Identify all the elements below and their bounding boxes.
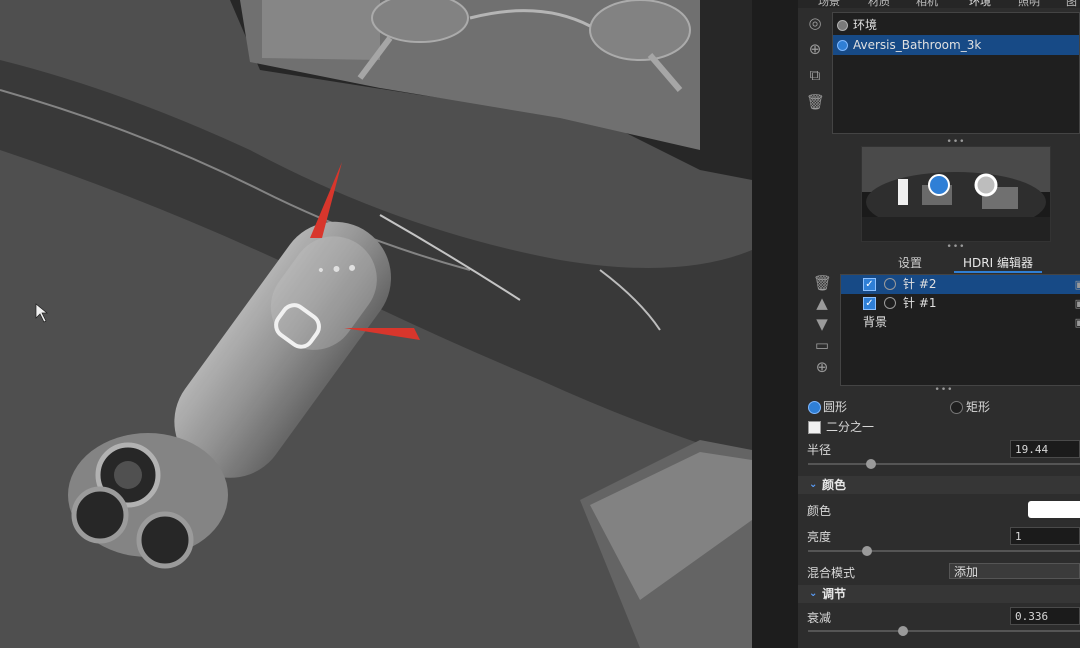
chevron-down-icon: ⌄ [809,588,818,599]
blend-mode-label: 混合模式 [807,566,856,580]
environment-dot-icon [837,40,848,51]
globe-icon[interactable]: ⊕ [806,40,824,58]
hdri-preview[interactable] [861,146,1051,242]
falloff-field[interactable]: 0.336 [1010,607,1080,625]
half-label: 二分之一 [826,420,875,434]
radius-slider-knob[interactable] [866,459,876,469]
shape-rect-label: 矩形 [966,400,991,414]
lock-icon[interactable]: ▣ [1075,294,1080,313]
pin-label: 针 #2 [903,277,937,291]
brightness-slider-knob[interactable] [862,546,872,556]
falloff-slider-knob[interactable] [898,626,908,636]
tab-scene[interactable]: 场景 [818,0,840,8]
duplicate-icon[interactable]: ⧉ [806,66,824,84]
environment-list: 环境 Aversis_Bathroom_3k [832,12,1080,134]
tab-camera[interactable]: 相机 [916,0,938,8]
trash-icon[interactable]: 🗑 [806,93,825,111]
resize-grip[interactable]: ••• [944,243,968,252]
pin-checkbox[interactable]: ✓ [863,297,876,310]
hdri-sub-tabs: 设置 HDRI 编辑器 [858,255,1080,273]
tab-material[interactable]: 材质 [868,0,890,8]
resize-grip[interactable]: ••• [944,138,968,147]
blend-mode-dropdown[interactable]: 添加 [949,563,1080,579]
pin-circle-icon [884,297,896,309]
adjust-section-title: 调节 [822,587,847,601]
tab-hdri-editor[interactable]: HDRI 编辑器 [954,255,1042,273]
viewport-divider[interactable] [752,0,798,648]
environment-panel: 场景 材质 相机 环境 照明 图 ◎ ⊕ ⧉ 🗑 环境 Aversis_Bath… [798,0,1080,648]
add-environment-icon[interactable]: ◎ [806,14,824,32]
lock-icon[interactable]: ▣ [1075,313,1080,332]
adjust-section-header[interactable]: ⌄ 调节 [798,585,1080,603]
pin-item-background[interactable]: 背景 ▣ [841,313,1080,332]
color-swatch[interactable] [1028,501,1080,518]
shape-circle-radio[interactable] [808,401,821,414]
env-item-default[interactable]: 环境 [833,15,1079,35]
tab-image[interactable]: 图 [1066,0,1077,8]
chevron-down-icon: ⌄ [809,479,818,490]
falloff-slider[interactable] [808,630,1080,632]
arrow-up-icon[interactable]: ▲ [813,294,831,312]
tab-environment[interactable]: 环境 [956,0,1004,8]
pin-item-1[interactable]: ✓ 针 #1 ▣ [841,294,1080,313]
pin-circle-icon [884,278,896,290]
pin-item-2[interactable]: ✓ 针 #2 ▣ [841,275,1080,294]
shape-circle-label: 圆形 [823,400,848,414]
brightness-field[interactable]: 1 [1010,527,1080,545]
tab-lighting[interactable]: 照明 [1018,0,1040,8]
folder-icon[interactable]: ▭ [813,336,831,354]
pin-list: ✓ 针 #2 ▣ ✓ 针 #1 ▣ 背景 ▣ [840,274,1080,386]
falloff-label: 衰减 [807,611,832,625]
background-label: 背景 [863,315,888,329]
trash-icon[interactable]: 🗑 [813,274,832,292]
environment-dot-icon [837,20,848,31]
tab-settings[interactable]: 设置 [898,255,922,271]
color-section-title: 颜色 [822,478,847,492]
half-checkbox[interactable] [808,421,821,434]
hdri-preview-image [862,147,1050,241]
radius-slider[interactable] [808,463,1080,465]
env-item-label: 环境 [853,18,878,32]
shape-rect-radio[interactable] [950,401,963,414]
target-icon[interactable]: ⊕ [813,358,831,376]
color-section-header[interactable]: ⌄ 颜色 [798,476,1080,494]
radius-field[interactable]: 19.44 [1010,440,1080,458]
render-scene [0,0,752,648]
env-item-aversis-bathroom[interactable]: Aversis_Bathroom_3k [833,35,1079,55]
brightness-label: 亮度 [807,530,832,544]
env-item-label: Aversis_Bathroom_3k [853,38,982,52]
color-label: 颜色 [807,504,832,518]
resize-grip[interactable]: ••• [932,386,956,395]
brightness-slider[interactable] [808,550,1080,552]
top-tab-bar: 场景 材质 相机 环境 照明 图 [798,0,1080,8]
arrow-down-icon[interactable]: ▼ [813,315,831,333]
pin-label: 针 #1 [903,296,937,310]
render-viewport[interactable] [0,0,752,648]
pin-checkbox[interactable]: ✓ [863,278,876,291]
lock-icon[interactable]: ▣ [1075,275,1080,294]
radius-label: 半径 [807,443,832,457]
